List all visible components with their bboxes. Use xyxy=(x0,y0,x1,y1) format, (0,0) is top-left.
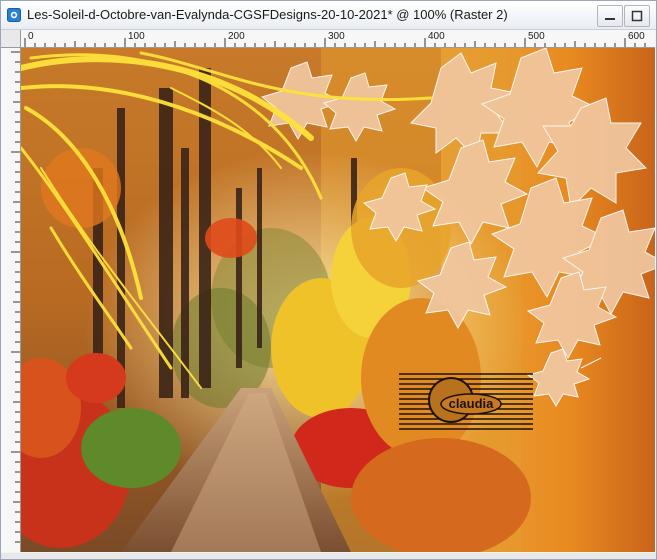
ruler-label-400: 400 xyxy=(428,31,445,42)
ruler-label-500: 500 xyxy=(528,31,545,42)
minimize-icon xyxy=(605,18,615,20)
ruler-corner xyxy=(1,30,21,48)
image-canvas[interactable]: claudia xyxy=(21,48,655,552)
vertical-ruler[interactable] xyxy=(1,48,21,552)
horizontal-ruler[interactable]: 0 100 200 300 400 500 600 xyxy=(21,30,655,48)
ruler-label-300: 300 xyxy=(328,31,345,42)
psp-document-icon xyxy=(7,8,21,22)
vertical-ruler-ticks xyxy=(11,51,20,543)
autumn-forest-artwork: claudia xyxy=(21,48,655,552)
ruler-label-200: 200 xyxy=(228,31,245,42)
watermark-text: claudia xyxy=(449,396,495,411)
ruler-label-600: 600 xyxy=(628,31,645,42)
minimize-button[interactable] xyxy=(597,5,623,27)
status-bar xyxy=(1,553,656,559)
window-title: Les-Soleil-d-Octobre-van-Evalynda-CGSFDe… xyxy=(27,7,508,22)
maximize-icon xyxy=(631,10,643,22)
ruler-label-100: 100 xyxy=(128,31,145,42)
maximize-button[interactable] xyxy=(624,5,650,27)
ruler-label-0: 0 xyxy=(28,31,34,42)
title-bar[interactable]: Les-Soleil-d-Octobre-van-Evalynda-CGSFDe… xyxy=(1,1,656,30)
document-window: Les-Soleil-d-Octobre-van-Evalynda-CGSFDe… xyxy=(0,0,657,560)
